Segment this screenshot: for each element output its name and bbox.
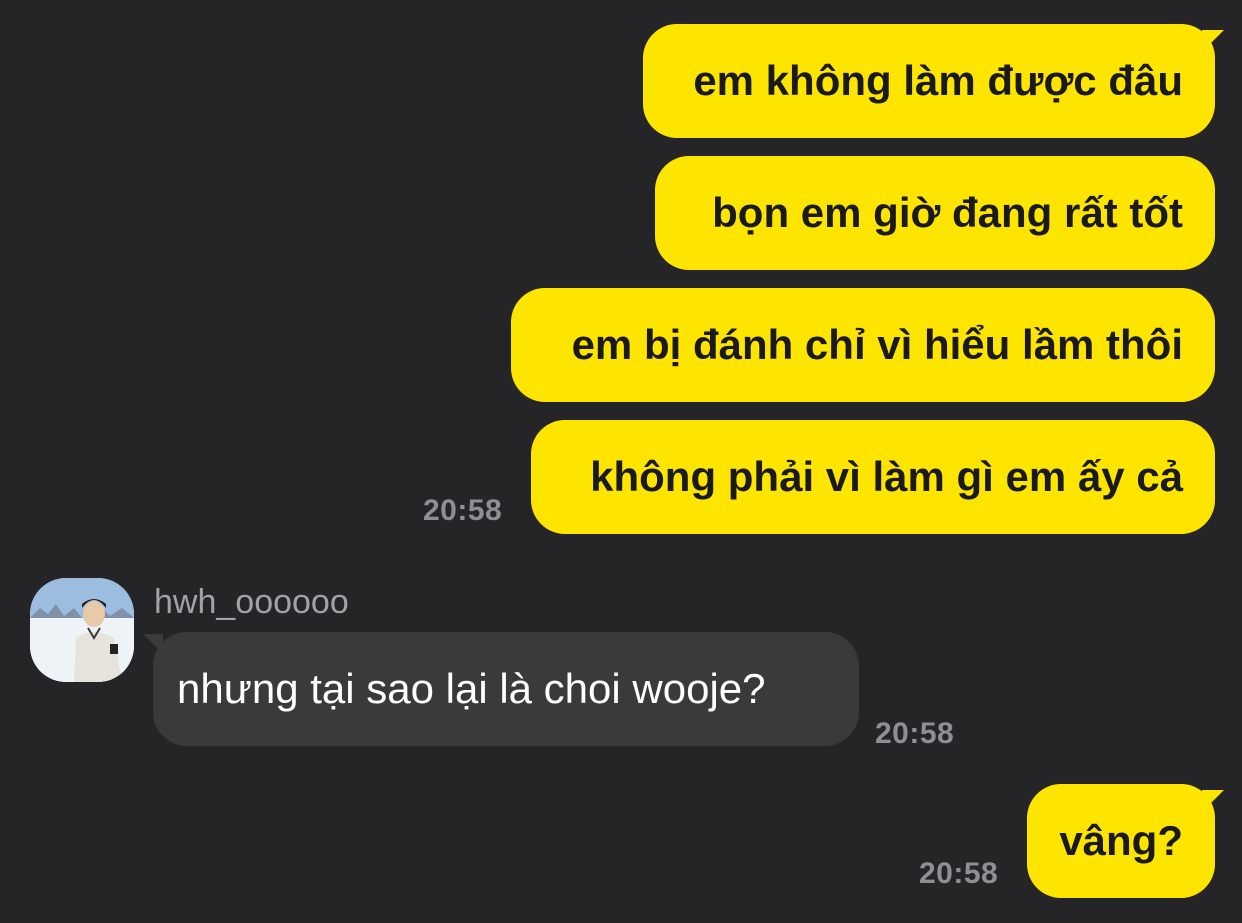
- message-timestamp: 20:58: [875, 717, 955, 750]
- message-bubble-incoming[interactable]: nhưng tại sao lại là choi wooje?: [153, 632, 859, 746]
- message-text: vâng?: [1059, 817, 1183, 864]
- message-timestamp: 20:58: [423, 494, 503, 527]
- message-bubble-outgoing[interactable]: không phải vì làm gì em ấy cả: [531, 420, 1215, 534]
- bubble-tail: [1202, 30, 1224, 52]
- message-text: nhưng tại sao lại là choi wooje?: [177, 665, 766, 712]
- message-bubble-outgoing[interactable]: bọn em giờ đang rất tốt: [655, 156, 1215, 270]
- message-text: em không làm được đâu: [693, 57, 1183, 104]
- message-text: bọn em giờ đang rất tốt: [712, 189, 1183, 236]
- message-bubble-outgoing[interactable]: em không làm được đâu: [643, 24, 1215, 138]
- message-bubble-outgoing[interactable]: vâng?: [1027, 784, 1215, 898]
- message-timestamp: 20:58: [919, 857, 999, 890]
- message-text: không phải vì làm gì em ấy cả: [590, 453, 1183, 500]
- message-text: em bị đánh chỉ vì hiểu lầm thôi: [571, 321, 1183, 368]
- message-bubble-outgoing[interactable]: em bị đánh chỉ vì hiểu lầm thôi: [511, 288, 1215, 402]
- sender-name[interactable]: hwh_oooooo: [154, 583, 349, 622]
- avatar-photo-icon: [30, 578, 134, 682]
- avatar[interactable]: [30, 578, 134, 682]
- bubble-tail: [1202, 790, 1224, 812]
- bubble-tail: [143, 634, 163, 654]
